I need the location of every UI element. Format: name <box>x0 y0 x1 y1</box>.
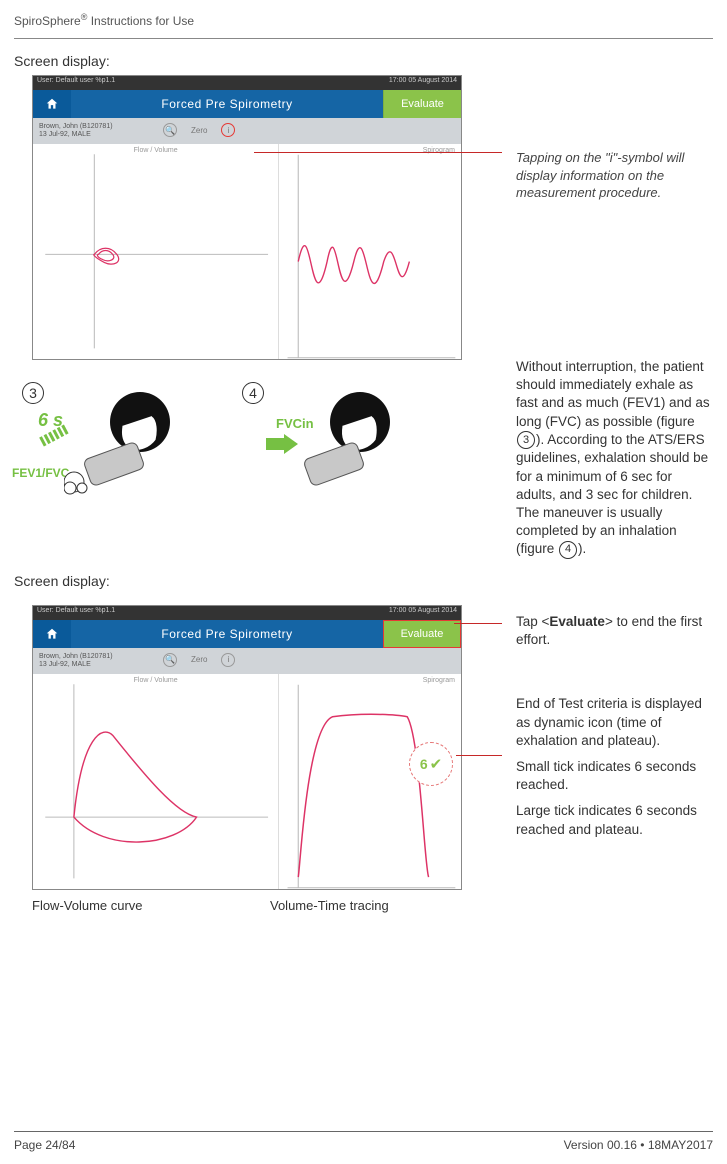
title-bar-2: Forced Pre Spirometry Evaluate <box>33 620 461 648</box>
title-bar: Forced Pre Spirometry Evaluate <box>33 90 461 118</box>
instr-part1: Without interruption, the patient should… <box>516 359 710 429</box>
figure-3-number: 3 <box>22 382 44 404</box>
screenshot-1: User: Default user %p1.1 17:00 05 August… <box>32 75 462 360</box>
product-name: SpiroSphere <box>14 14 81 28</box>
version-label: Version 00.16 • 18MAY2017 <box>564 1138 713 1152</box>
patient-bar: Brown, John (B120781) 13 Jul-92, MALE 🔍 … <box>33 118 461 144</box>
page-footer: Page 24/84 Version 00.16 • 18MAY2017 <box>14 1131 713 1152</box>
patient-bar-2: Brown, John (B120781) 13 Jul-92, MALE 🔍 … <box>33 648 461 674</box>
screen-display-label-1: Screen display: <box>14 53 713 69</box>
callout-line-evaluate <box>454 623 502 624</box>
end-of-test-badge: 6 ✔ <box>409 742 453 786</box>
evaluate-button-highlighted[interactable]: Evaluate <box>383 620 461 648</box>
patient-name: Brown, John (B120781) <box>39 123 113 131</box>
zero-label-2[interactable]: Zero <box>191 655 207 664</box>
screen-title-2: Forced Pre Spirometry <box>71 620 383 648</box>
eot-annotation-2: Small tick indicates 6 seconds reached. <box>516 758 713 794</box>
search-icon-2[interactable]: 🔍 <box>163 653 177 667</box>
info-icon[interactable]: i <box>221 123 235 137</box>
flow-volume-label: Flow-Volume curve <box>32 898 270 913</box>
fev-fvc-label: FEV1/FVC <box>12 466 69 480</box>
eot-annotation-1: End of Test criteria is displayed as dyn… <box>516 695 713 750</box>
patient-exhale-illustration <box>64 388 214 508</box>
home-button-2[interactable] <box>33 620 71 648</box>
search-icon[interactable]: 🔍 <box>163 123 177 137</box>
patient-inhale-illustration <box>284 388 434 508</box>
zero-label[interactable]: Zero <box>191 126 207 135</box>
status-left: User: Default user %p1.1 <box>37 77 115 84</box>
instr-part3: ). <box>578 541 586 556</box>
eot-number: 6 <box>420 756 428 772</box>
home-icon <box>45 97 59 111</box>
figure-4-number: 4 <box>242 382 264 404</box>
patient-sub: 13 Jul-92, MALE <box>39 131 113 139</box>
tap-evaluate-annotation: Tap <Evaluate> to end the first effort. <box>516 613 713 649</box>
screenshot-2: User: Default user %p1.1 17:00 05 August… <box>32 605 462 890</box>
inline-fig4: 4 <box>559 541 577 559</box>
header-suffix: Instructions for Use <box>91 14 194 28</box>
check-icon: ✔ <box>430 755 443 773</box>
instruction-text: Without interruption, the patient should… <box>516 358 713 559</box>
spirogram-curve <box>279 144 461 360</box>
home-button[interactable] <box>33 90 71 118</box>
screen-display-label-2: Screen display: <box>14 573 713 589</box>
status-bar: User: Default user %p1.1 17:00 05 August… <box>33 76 461 90</box>
page-number: Page 24/84 <box>14 1138 75 1152</box>
chart-area: Flow / Volume Spirogram <box>33 144 461 360</box>
flow-volume-loop <box>33 674 278 890</box>
eval-pre: Tap < <box>516 614 549 629</box>
evaluate-button[interactable]: Evaluate <box>383 90 461 118</box>
status-left-2: User: Default user %p1.1 <box>37 607 115 614</box>
patient-sub-2: 13 Jul-92, MALE <box>39 661 113 669</box>
header-rule <box>14 38 713 39</box>
callout-line-info <box>254 152 502 153</box>
flow-volume-curve <box>33 144 278 360</box>
doc-header: SpiroSphere® Instructions for Use <box>14 12 713 28</box>
volume-time-label: Volume-Time tracing <box>270 898 389 913</box>
inline-fig3: 3 <box>517 431 535 449</box>
home-icon-2 <box>45 627 59 641</box>
curve-labels: Flow-Volume curve Volume-Time tracing <box>32 898 713 913</box>
info-icon-2[interactable]: i <box>221 653 235 667</box>
instr-part2: ). According to the ATS/ERS guidelines, … <box>516 432 708 557</box>
eval-bold: Evaluate <box>549 614 605 629</box>
eot-annotation-3: Large tick indicates 6 seconds reached a… <box>516 802 713 838</box>
screen-title: Forced Pre Spirometry <box>71 90 383 118</box>
status-right-2: 17:00 05 August 2014 <box>389 607 457 614</box>
callout-line-eot <box>456 755 502 756</box>
status-right: 17:00 05 August 2014 <box>389 77 457 84</box>
info-annotation: Tapping on the "i"-symbol will display i… <box>516 149 713 202</box>
status-bar-2: User: Default user %p1.1 17:00 05 August… <box>33 606 461 620</box>
patient-name-2: Brown, John (B120781) <box>39 653 113 661</box>
